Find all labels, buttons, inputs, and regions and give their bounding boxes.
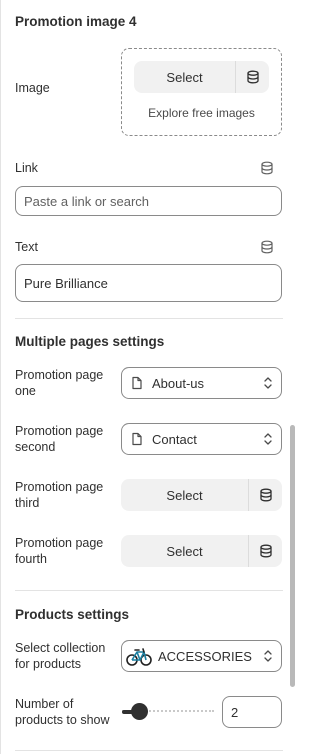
promotion-page-second-label: Promotion page second (15, 423, 103, 455)
promotion-page-fourth-button-group: Select (121, 535, 282, 567)
label-line: Promotion page (15, 368, 104, 382)
products-count-slider-thumb[interactable] (131, 703, 148, 720)
label-line: Promotion page (15, 536, 104, 550)
image-dynamic-source-button[interactable] (236, 61, 269, 93)
label-line: Promotion page (15, 424, 104, 438)
section-title-multiple-pages: Multiple pages settings (15, 334, 165, 349)
label-line: one (15, 384, 36, 398)
text-input[interactable]: Pure Brilliance (15, 264, 282, 302)
section-title-products: Products settings (15, 607, 130, 622)
scrollbar-thumb[interactable] (290, 425, 295, 687)
section-divider (15, 590, 283, 591)
products-count-label: Number of products to show (15, 696, 110, 728)
promotion-page-fourth-dynamic-source-button[interactable] (249, 535, 282, 567)
collection-select[interactable]: ACCESSORIES (121, 640, 282, 672)
label-line: products to show (15, 713, 110, 727)
promotion-page-fourth-label: Promotion page fourth (15, 535, 103, 567)
database-icon (259, 544, 272, 558)
select-chevron-icon (264, 650, 272, 662)
promotion-page-third-label: Promotion page third (15, 479, 103, 511)
promotion-page-second-value: Contact (152, 431, 197, 447)
promotion-page-third-dynamic-source-button[interactable] (249, 479, 282, 511)
panel-left-border (0, 0, 1, 754)
section-divider (15, 318, 283, 319)
label-line: Number of (15, 697, 74, 711)
label-line: fourth (15, 552, 47, 566)
select-chevron-icon (264, 433, 272, 445)
image-label: Image (15, 81, 50, 95)
image-select-button-group: Select (134, 61, 269, 93)
database-icon (246, 70, 259, 84)
products-count-input[interactable]: 2 (222, 696, 282, 728)
explore-free-images-link[interactable]: Explore free images (121, 106, 282, 120)
promotion-page-one-label: Promotion page one (15, 367, 103, 399)
section-divider (15, 750, 283, 751)
database-icon (259, 488, 272, 502)
bicycle-icon (126, 648, 152, 666)
database-icon[interactable] (260, 161, 274, 175)
label-line: second (15, 440, 56, 454)
image-select-button[interactable]: Select (134, 61, 235, 93)
label-line: Promotion page (15, 480, 104, 494)
label-line: third (15, 496, 40, 510)
page-icon (132, 432, 142, 446)
collection-value: ACCESSORIES (158, 648, 252, 664)
promotion-page-second-select[interactable]: Contact (121, 423, 282, 455)
select-chevron-icon (264, 377, 272, 389)
link-label: Link (15, 161, 38, 175)
label-line: Select collection (15, 641, 106, 655)
section-title-promotion-image: Promotion image 4 (15, 14, 137, 29)
database-icon[interactable] (260, 240, 274, 254)
text-label: Text (15, 240, 38, 254)
promotion-page-one-value: About-us (152, 375, 205, 391)
select-collection-label: Select collection for products (15, 640, 105, 672)
page-icon (132, 376, 142, 390)
promotion-page-third-button-group: Select (121, 479, 282, 511)
promotion-page-third-select-button[interactable]: Select (121, 479, 248, 511)
promotion-page-one-select[interactable]: About-us (121, 367, 282, 399)
label-line: for products (15, 657, 82, 671)
link-input[interactable]: Paste a link or search (15, 186, 282, 216)
promotion-page-fourth-select-button[interactable]: Select (121, 535, 248, 567)
